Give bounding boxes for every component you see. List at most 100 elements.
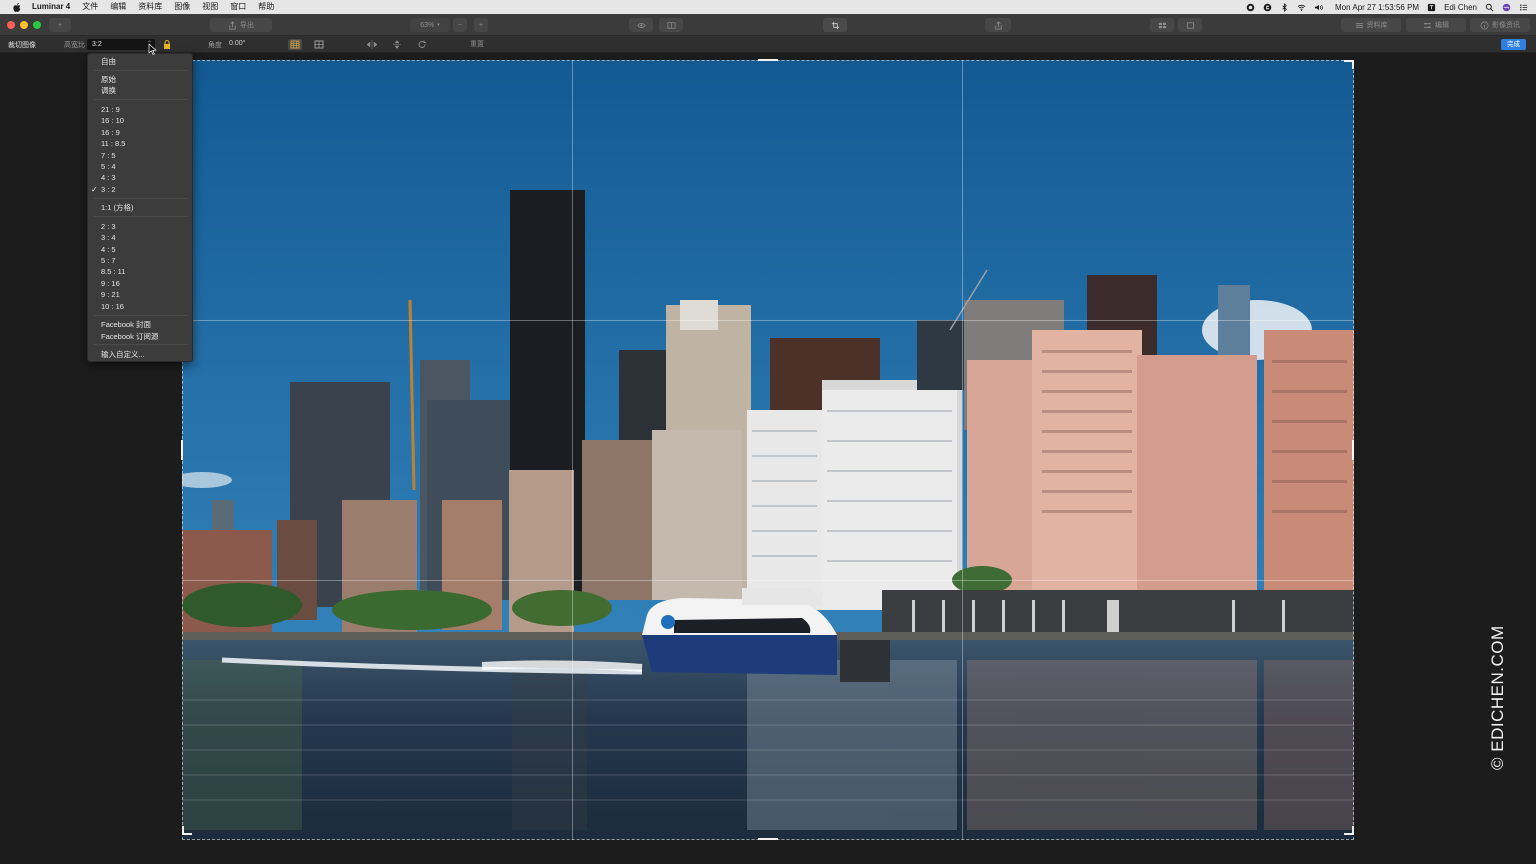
export-button[interactable]: 导出 xyxy=(210,18,272,32)
menubar-user[interactable]: Edi Chen xyxy=(1444,3,1477,12)
crop-grid-line xyxy=(572,60,573,840)
upload-icon xyxy=(994,20,1002,30)
ratio-option[interactable]: 5 : 4 xyxy=(101,161,116,172)
ratio-option[interactable]: 5 : 7 xyxy=(101,255,116,266)
ratio-option-swap[interactable]: 调换 xyxy=(101,85,116,96)
menu-file[interactable]: 文件 xyxy=(82,0,98,14)
ratio-option-facebook-feed[interactable]: Facebook 订阅源 xyxy=(101,331,159,342)
crop-handle-right[interactable] xyxy=(1352,440,1354,460)
close-window-button[interactable] xyxy=(7,21,15,29)
ratio-option-free[interactable]: 自由 xyxy=(101,56,116,67)
menu-help[interactable]: 帮助 xyxy=(258,0,274,14)
crop-handle-bottom-right[interactable] xyxy=(1352,826,1354,835)
ratio-option-custom[interactable]: 输入自定义... xyxy=(101,349,145,360)
apple-logo-icon[interactable] xyxy=(12,2,22,12)
zoom-dropdown[interactable]: 63% ▾ xyxy=(410,18,450,32)
ratio-option[interactable]: 7 : 5 xyxy=(101,150,116,161)
done-button[interactable]: 完成 xyxy=(1501,39,1526,50)
zoom-in-button[interactable]: + xyxy=(474,18,488,32)
menu-separator xyxy=(94,344,188,345)
menu-separator xyxy=(94,198,188,199)
ratio-option[interactable]: 16 : 9 xyxy=(101,127,120,138)
ratio-option[interactable]: 16 : 10 xyxy=(101,115,124,126)
spotlight-search-icon[interactable] xyxy=(1485,3,1494,12)
eye-icon xyxy=(636,22,646,28)
info-icon xyxy=(1480,21,1489,29)
siri-icon[interactable] xyxy=(1502,3,1511,12)
ratio-option[interactable]: 9 : 16 xyxy=(101,278,120,289)
info-tab[interactable]: 影像资讯 xyxy=(1470,18,1530,32)
crop-handle-top-right[interactable] xyxy=(1352,60,1354,69)
split-view-icon xyxy=(667,21,675,29)
menu-edit[interactable]: 编辑 xyxy=(110,0,126,14)
photo-illustration xyxy=(182,60,1354,840)
rotate-icon[interactable] xyxy=(415,39,429,50)
crop-grid-line xyxy=(182,580,1354,581)
app-menu[interactable]: Luminar 4 xyxy=(32,0,70,14)
menu-bar: Luminar 4 文件 编辑 资料库 图像 视图 窗口 帮助 Mon Apr … xyxy=(0,0,1536,14)
ratio-option[interactable]: 2 : 3 xyxy=(101,221,116,232)
chevron-down-icon: ▾ xyxy=(437,22,440,28)
menubar-clock[interactable]: Mon Apr 27 1:53:56 PM xyxy=(1335,3,1419,12)
crop-handle-bottom[interactable] xyxy=(758,838,778,840)
crop-handle-left[interactable] xyxy=(181,440,183,460)
share-button[interactable] xyxy=(985,18,1011,32)
crop-handle-bottom-left[interactable] xyxy=(182,826,184,835)
menu-window[interactable]: 窗口 xyxy=(230,0,246,14)
library-tab[interactable]: 资料库 xyxy=(1341,18,1401,32)
bluetooth-icon[interactable] xyxy=(1280,2,1289,12)
zoom-window-button[interactable] xyxy=(33,21,41,29)
menu-separator xyxy=(94,70,188,71)
checkmark-icon: ✓ xyxy=(91,185,98,194)
menu-view[interactable]: 视图 xyxy=(202,0,218,14)
lock-icon[interactable] xyxy=(161,39,173,50)
ratio-option[interactable]: 9 : 21 xyxy=(101,289,120,300)
ratio-option[interactable]: 8.5 : 11 xyxy=(101,266,125,277)
ratio-option[interactable]: 10 : 16 xyxy=(101,301,124,312)
reset-button[interactable]: 重置 xyxy=(466,39,488,50)
menu-image[interactable]: 图像 xyxy=(174,0,190,14)
overlay-grid-icon[interactable] xyxy=(312,39,326,50)
ratio-option[interactable]: 11 : 8.5 xyxy=(101,138,125,149)
crop-icon xyxy=(831,21,839,29)
share-icon xyxy=(229,20,236,30)
zoom-out-button[interactable]: − xyxy=(453,18,467,32)
menu-separator xyxy=(94,315,188,316)
sliders-icon xyxy=(1423,22,1432,28)
volume-icon[interactable] xyxy=(1314,3,1323,12)
before-after-button[interactable] xyxy=(659,18,683,32)
minimize-window-button[interactable] xyxy=(20,21,28,29)
wifi-icon[interactable] xyxy=(1297,3,1306,12)
grid-view-button[interactable] xyxy=(1150,18,1174,32)
ratio-option[interactable]: 21 : 9 xyxy=(101,104,120,115)
menu-library[interactable]: 资料库 xyxy=(138,0,162,14)
crop-options-bar: 裁切图像 高宽比 3:2 ⌃ 角度 0.00° 重置 完成 xyxy=(0,36,1536,53)
angle-value[interactable]: 0.00° xyxy=(229,40,245,47)
aspect-ratio-select[interactable]: 3:2 ⌃ xyxy=(87,39,155,50)
mouse-cursor-icon xyxy=(148,43,157,55)
ratio-option[interactable]: 4 : 5 xyxy=(101,244,116,255)
window-controls xyxy=(7,21,41,29)
ratio-option-selected[interactable]: ✓ 3 : 2 xyxy=(91,184,116,195)
crop-handle-top[interactable] xyxy=(758,59,778,61)
photo-manhattan-skyline[interactable] xyxy=(182,60,1354,840)
thirds-grid-icon[interactable] xyxy=(288,39,302,50)
creative-cloud-icon[interactable] xyxy=(1246,3,1255,12)
flip-horizontal-icon[interactable] xyxy=(365,39,379,50)
edit-tab[interactable]: 编辑 xyxy=(1406,18,1466,32)
single-view-button[interactable] xyxy=(1178,18,1202,32)
ratio-option-original[interactable]: 原始 xyxy=(101,74,116,85)
skylum-icon[interactable] xyxy=(1263,3,1272,12)
ratio-option-facebook-cover[interactable]: Facebook 封面 xyxy=(101,319,151,330)
ratio-option[interactable]: 4 : 3 xyxy=(101,172,116,183)
library-icon xyxy=(1355,22,1363,28)
add-image-button[interactable]: + xyxy=(49,18,71,32)
ratio-option-square[interactable]: 1:1 (方格) xyxy=(101,202,134,213)
compare-button[interactable] xyxy=(629,18,653,32)
crop-tool-button[interactable] xyxy=(823,18,847,32)
keyboard-input-icon[interactable] xyxy=(1427,3,1436,12)
notification-center-icon[interactable] xyxy=(1519,3,1528,12)
flip-vertical-icon[interactable] xyxy=(390,39,404,50)
crop-grid-line xyxy=(182,320,1354,321)
ratio-option[interactable]: 3 : 4 xyxy=(101,232,116,243)
